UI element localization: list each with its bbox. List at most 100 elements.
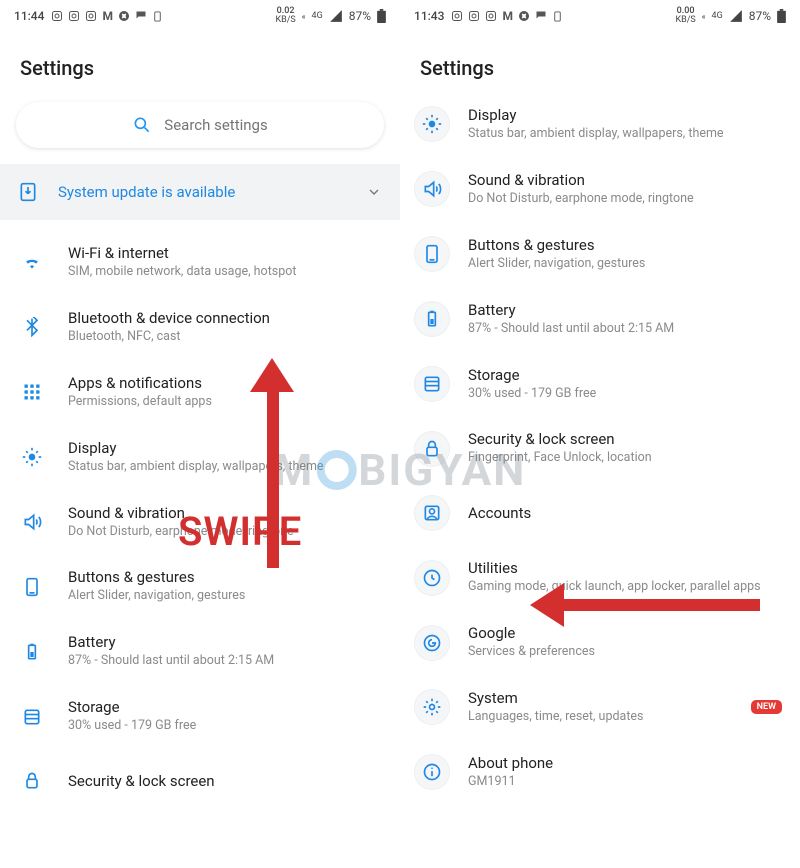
sound-icon — [414, 171, 450, 207]
storage-icon — [414, 366, 450, 402]
settings-item-sub: 87% - Should last until about 2:15 AM — [68, 653, 274, 670]
accounts-icon — [414, 495, 450, 531]
new-badge: NEW — [751, 700, 782, 714]
status-battery-pct: 87% — [749, 9, 771, 23]
settings-item-label: About phone — [468, 754, 553, 772]
settings-item-label: Sound & vibration — [68, 504, 294, 522]
settings-item-display[interactable]: Display Status bar, ambient display, wall… — [0, 425, 400, 490]
settings-item-sub: Gaming mode, quick launch, app locker, p… — [468, 579, 761, 596]
settings-item-buttons[interactable]: Buttons & gestures Alert Slider, navigati… — [0, 554, 400, 619]
wifi-icon — [14, 244, 50, 280]
battery-icon — [377, 9, 386, 23]
settings-item-label: System — [468, 689, 644, 707]
settings-item-about[interactable]: About phone GM1911 — [400, 740, 800, 805]
settings-item-sub: Fingerprint, Face Unlock, location — [468, 450, 652, 467]
settings-item-label: Buttons & gestures — [68, 568, 245, 586]
settings-item-sub: Services & preferences — [468, 644, 595, 661]
system-icon — [414, 689, 450, 725]
settings-item-wifi[interactable]: Wi-Fi & internet SIM, mobile network, dat… — [0, 230, 400, 295]
settings-item-label: Security & lock screen — [468, 430, 652, 448]
status-speed: 0.00KB/S — [675, 7, 695, 25]
settings-list-right: Display Status bar, ambient display, wall… — [400, 82, 800, 805]
settings-item-label: Battery — [68, 633, 274, 651]
status-time: 11:44 — [14, 9, 44, 23]
settings-item-battery[interactable]: Battery 87% - Should last until about 2:1… — [400, 287, 800, 352]
settings-item-sub: 30% used - 179 GB free — [468, 386, 596, 403]
settings-item-display[interactable]: Display Status bar, ambient display, wall… — [400, 92, 800, 157]
settings-item-utilities[interactable]: Utilities Gaming mode, quick launch, app … — [400, 545, 800, 610]
apps-icon — [14, 374, 50, 410]
settings-list-left: Wi-Fi & internet SIM, mobile network, dat… — [0, 220, 400, 813]
settings-item-label: Utilities — [468, 559, 761, 577]
settings-item-sub: 30% used - 179 GB free — [68, 718, 196, 735]
search-input[interactable]: Search settings — [16, 102, 384, 148]
settings-item-sub: 87% - Should last until about 2:15 AM — [468, 321, 674, 338]
search-icon — [132, 115, 152, 135]
signal-icon — [329, 9, 343, 23]
settings-item-buttons[interactable]: Buttons & gesturesAlert Slider, navigati… — [400, 222, 800, 287]
settings-item-sub: Do Not Disturb, earphone mode, ringtone — [68, 524, 294, 541]
status-app-icons: M — [51, 9, 163, 23]
status-battery-pct: 87% — [349, 9, 371, 23]
settings-item-security[interactable]: Security & lock screen Fingerprint, Face … — [400, 416, 800, 481]
settings-item-label: Google — [468, 624, 595, 642]
settings-item-label: Wi-Fi & internet — [68, 244, 296, 262]
settings-item-apps[interactable]: Apps & notifications Permissions, default… — [0, 360, 400, 425]
display-icon — [414, 106, 450, 142]
buttons-icon — [414, 236, 450, 272]
storage-icon — [14, 699, 50, 735]
settings-item-storage[interactable]: Storage30% used - 179 GB free — [400, 352, 800, 417]
buttons-icon — [14, 569, 50, 605]
settings-item-sound[interactable]: Sound & vibration Do Not Disturb, earphon… — [400, 157, 800, 222]
settings-item-bluetooth[interactable]: Bluetooth & device connection Bluetooth, … — [0, 295, 400, 360]
settings-item-storage[interactable]: Storage 30% used - 179 GB free — [0, 684, 400, 749]
settings-item-sub: Alert Slider, navigation, gestures — [68, 588, 245, 605]
status-time: 11:43 — [414, 9, 444, 23]
utilities-icon — [414, 560, 450, 596]
security-icon — [14, 763, 50, 799]
display-icon — [14, 439, 50, 475]
battery-icon — [777, 9, 786, 23]
settings-item-label: Sound & vibration — [468, 171, 694, 189]
status-app-icons: M — [451, 9, 563, 23]
settings-item-sub: Status bar, ambient display, wallpapers,… — [468, 126, 724, 143]
phone-right: 11:43 M 0.00KB/S « 4G 87% — [400, 0, 800, 868]
phone-left: 11:44 M 0.02KB/S « 4G 87% — [0, 0, 400, 868]
status-net: 4G — [312, 11, 323, 21]
sound-icon — [14, 504, 50, 540]
settings-item-sub: Do Not Disturb, earphone mode, ringtone — [468, 191, 694, 208]
settings-item-sub: Languages, time, reset, updates — [468, 709, 644, 726]
settings-item-battery[interactable]: Battery 87% - Should last until about 2:1… — [0, 619, 400, 684]
battery-icon — [14, 634, 50, 670]
settings-item-label: Storage — [68, 698, 196, 716]
update-banner[interactable]: System update is available — [0, 164, 400, 220]
about-icon — [414, 754, 450, 790]
settings-item-label: Security & lock screen — [68, 772, 215, 790]
status-speed: 0.02KB/S — [275, 7, 295, 25]
download-icon — [18, 182, 38, 202]
settings-item-security[interactable]: Security & lock screen — [0, 749, 400, 813]
security-icon — [414, 431, 450, 467]
settings-item-label: Apps & notifications — [68, 374, 212, 392]
settings-item-system[interactable]: System Languages, time, reset, updates NEW — [400, 675, 800, 740]
settings-item-label: Display — [68, 439, 324, 457]
settings-item-label: Battery — [468, 301, 674, 319]
settings-item-sub: Alert Slider, navigation, gestures — [468, 256, 645, 273]
status-bar: 11:44 M 0.02KB/S « 4G 87% — [0, 0, 400, 28]
settings-item-accounts[interactable]: Accounts — [400, 481, 800, 545]
settings-item-label: Bluetooth & device connection — [68, 309, 270, 327]
banner-text: System update is available — [58, 183, 235, 201]
settings-item-sub: SIM, mobile network, data usage, hotspot — [68, 264, 296, 281]
chevron-down-icon — [366, 184, 382, 200]
settings-item-sub: Status bar, ambient display, wallpapers,… — [68, 459, 324, 476]
settings-item-sub: Bluetooth, NFC, cast — [68, 329, 270, 346]
settings-item-google[interactable]: Google Services & preferences — [400, 610, 800, 675]
bluetooth-icon — [14, 309, 50, 345]
settings-item-label: Display — [468, 106, 724, 124]
google-icon — [414, 625, 450, 661]
settings-item-sub: Permissions, default apps — [68, 394, 212, 411]
status-bar: 11:43 M 0.00KB/S « 4G 87% — [400, 0, 800, 28]
settings-item-label: Accounts — [468, 504, 531, 522]
settings-item-sound[interactable]: Sound & vibration Do Not Disturb, earphon… — [0, 490, 400, 555]
settings-item-sub: GM1911 — [468, 774, 553, 791]
